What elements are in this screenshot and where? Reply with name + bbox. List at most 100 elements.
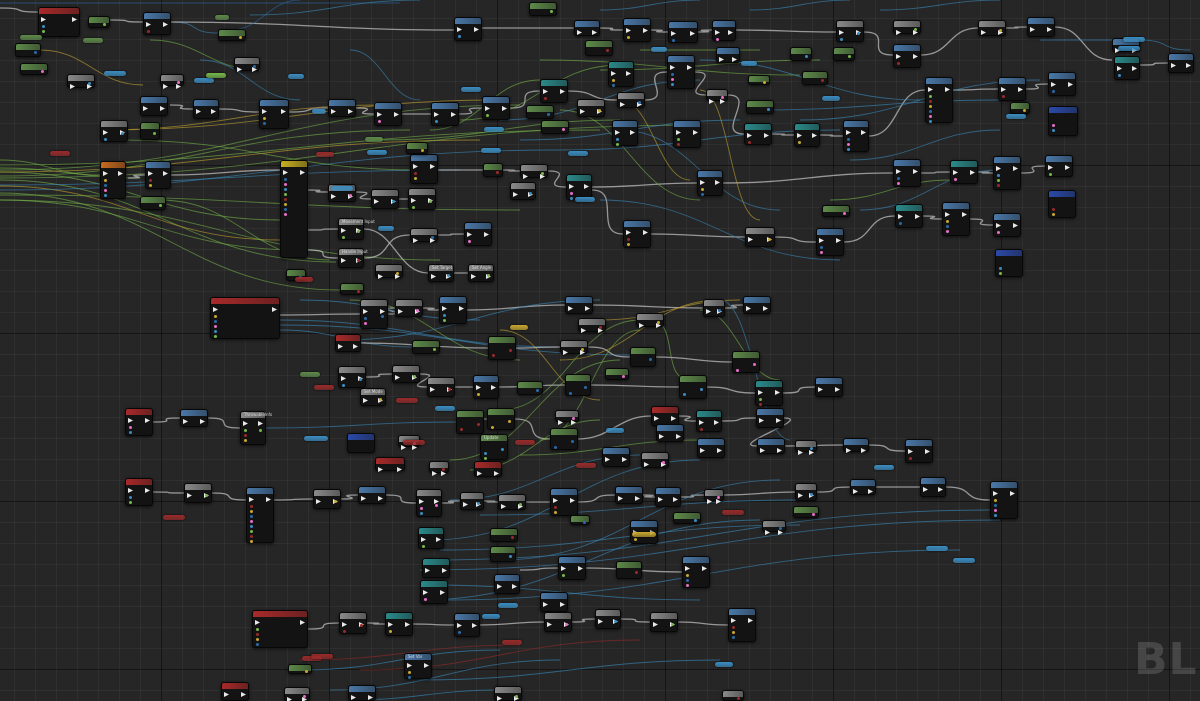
data-pin[interactable] xyxy=(999,267,1002,270)
data-pin[interactable] xyxy=(994,499,997,502)
exec-out-pin[interactable] xyxy=(300,620,305,625)
output-pin[interactable] xyxy=(515,694,518,698)
output-pin[interactable] xyxy=(635,571,638,574)
macro-node[interactable] xyxy=(706,89,728,104)
data-pin[interactable] xyxy=(736,369,739,372)
data-pin[interactable] xyxy=(627,238,630,241)
function-node[interactable] xyxy=(815,377,843,397)
function-node[interactable] xyxy=(473,375,499,399)
exec-out-pin[interactable] xyxy=(777,448,782,453)
exec-out-pin[interactable] xyxy=(353,344,358,349)
data-pin[interactable] xyxy=(250,520,253,523)
exec-in-pin[interactable] xyxy=(287,697,292,701)
output-pin[interactable] xyxy=(848,55,851,58)
output-pin[interactable] xyxy=(638,101,641,104)
exec-in-pin[interactable] xyxy=(953,170,958,175)
output-pin[interactable] xyxy=(477,423,480,426)
output-pin[interactable] xyxy=(88,82,91,85)
exec-in-pin[interactable] xyxy=(442,306,447,311)
exec-in-pin[interactable] xyxy=(148,171,153,176)
data-pin[interactable] xyxy=(420,512,423,515)
exec-in-pin[interactable] xyxy=(569,184,574,189)
exec-out-pin[interactable] xyxy=(643,230,648,235)
data-pin[interactable] xyxy=(256,638,259,641)
pure-node[interactable] xyxy=(732,351,760,373)
function-node[interactable] xyxy=(482,96,510,120)
variable-get-node[interactable] xyxy=(316,152,334,157)
exec-out-pin[interactable] xyxy=(560,602,565,607)
exec-in-pin[interactable] xyxy=(341,228,346,233)
exec-out-pin[interactable] xyxy=(690,31,695,36)
exec-out-pin[interactable] xyxy=(835,387,840,392)
output-pin[interactable] xyxy=(812,513,815,516)
exec-out-pin[interactable] xyxy=(913,54,918,59)
exec-out-pin[interactable] xyxy=(622,457,627,462)
pure-node[interactable] xyxy=(748,75,770,85)
output-pin[interactable] xyxy=(700,388,703,391)
output-pin[interactable] xyxy=(810,493,813,496)
exec-in-pin[interactable] xyxy=(798,450,803,455)
output-pin[interactable] xyxy=(999,29,1002,32)
data-pin[interactable] xyxy=(929,115,932,118)
variable-get-node[interactable] xyxy=(482,614,500,619)
variable-get-node[interactable] xyxy=(163,515,185,520)
exec-in-pin[interactable] xyxy=(923,487,928,492)
exec-out-pin[interactable] xyxy=(687,65,692,70)
exec-in-pin[interactable] xyxy=(598,619,603,624)
function-node[interactable] xyxy=(410,154,438,184)
data-pin[interactable] xyxy=(284,178,287,181)
data-pin[interactable] xyxy=(414,172,417,175)
exec-in-pin[interactable] xyxy=(243,421,248,426)
exec-out-pin[interactable] xyxy=(584,184,589,189)
event-node[interactable] xyxy=(125,478,153,506)
exec-in-pin[interactable] xyxy=(818,387,823,392)
pure-node[interactable] xyxy=(802,71,828,85)
variable-get-node[interactable] xyxy=(715,662,733,667)
variable-get-node[interactable] xyxy=(576,463,596,468)
exec-in-pin[interactable] xyxy=(700,448,705,453)
exec-in-pin[interactable] xyxy=(398,309,403,314)
exec-in-pin[interactable] xyxy=(523,174,528,179)
data-pin[interactable] xyxy=(458,631,461,634)
data-pin[interactable] xyxy=(686,579,689,582)
variable-get-node[interactable] xyxy=(741,61,757,66)
data-pin[interactable] xyxy=(820,246,823,249)
macro-node[interactable] xyxy=(555,410,579,425)
function-node[interactable] xyxy=(697,170,723,196)
pure-node[interactable] xyxy=(490,546,516,562)
data-pin[interactable] xyxy=(847,138,850,141)
variable-get-node[interactable] xyxy=(484,127,504,132)
variable-get-node[interactable] xyxy=(1006,114,1026,119)
variable-get-node[interactable] xyxy=(953,558,975,563)
function-node[interactable] xyxy=(193,99,219,119)
exec-in-pin[interactable] xyxy=(457,27,462,32)
data-pin[interactable] xyxy=(1118,74,1121,77)
exec-in-pin[interactable] xyxy=(615,130,620,135)
exec-out-pin[interactable] xyxy=(424,663,429,668)
exec-out-pin[interactable] xyxy=(211,109,216,114)
exec-in-pin[interactable] xyxy=(658,497,663,502)
event-node[interactable] xyxy=(651,406,679,426)
macro-node[interactable] xyxy=(360,299,388,329)
variable-get-node[interactable] xyxy=(461,87,481,92)
exec-in-pin[interactable] xyxy=(707,499,712,504)
exec-in-pin[interactable] xyxy=(255,620,260,625)
data-pin[interactable] xyxy=(820,251,823,254)
exec-out-pin[interactable] xyxy=(714,420,719,425)
exec-out-pin[interactable] xyxy=(412,445,417,450)
output-pin[interactable] xyxy=(509,349,512,352)
variable-get-node[interactable] xyxy=(502,640,522,645)
output-pin[interactable] xyxy=(671,623,674,626)
variable-get-node[interactable] xyxy=(104,71,126,76)
exec-out-pin[interactable] xyxy=(560,89,565,94)
output-pin[interactable] xyxy=(694,519,697,522)
output-pin[interactable] xyxy=(442,468,445,471)
exec-in-pin[interactable] xyxy=(747,133,752,138)
data-pin[interactable] xyxy=(732,636,735,639)
exec-in-pin[interactable] xyxy=(798,493,803,498)
output-pin[interactable] xyxy=(487,274,490,277)
data-pin[interactable] xyxy=(458,35,461,38)
function-node[interactable] xyxy=(673,120,701,148)
function-node[interactable] xyxy=(439,296,467,324)
exec-in-pin[interactable] xyxy=(620,102,625,107)
